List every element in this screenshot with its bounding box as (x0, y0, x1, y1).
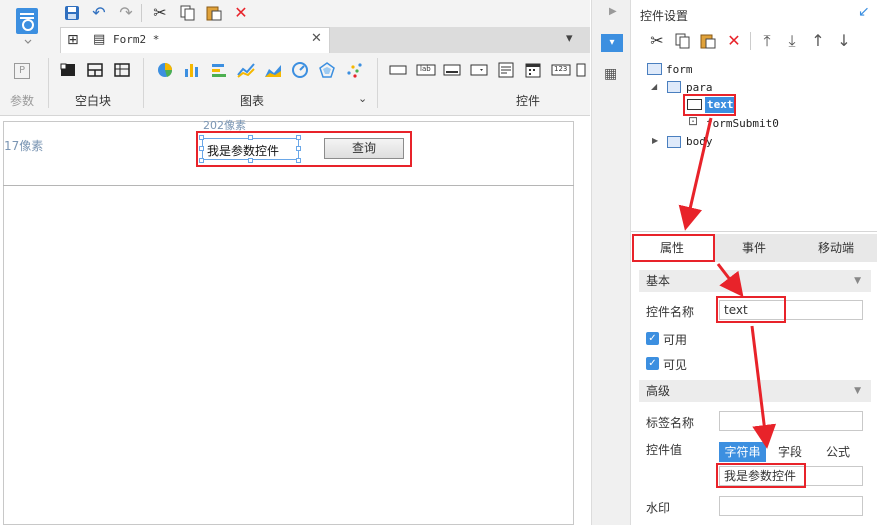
annotation-arrows (678, 117, 777, 449)
arrow-tree-to-tab (678, 117, 713, 231)
arrow-tab-to-name (716, 263, 744, 298)
arrow-name-to-value (750, 325, 777, 449)
